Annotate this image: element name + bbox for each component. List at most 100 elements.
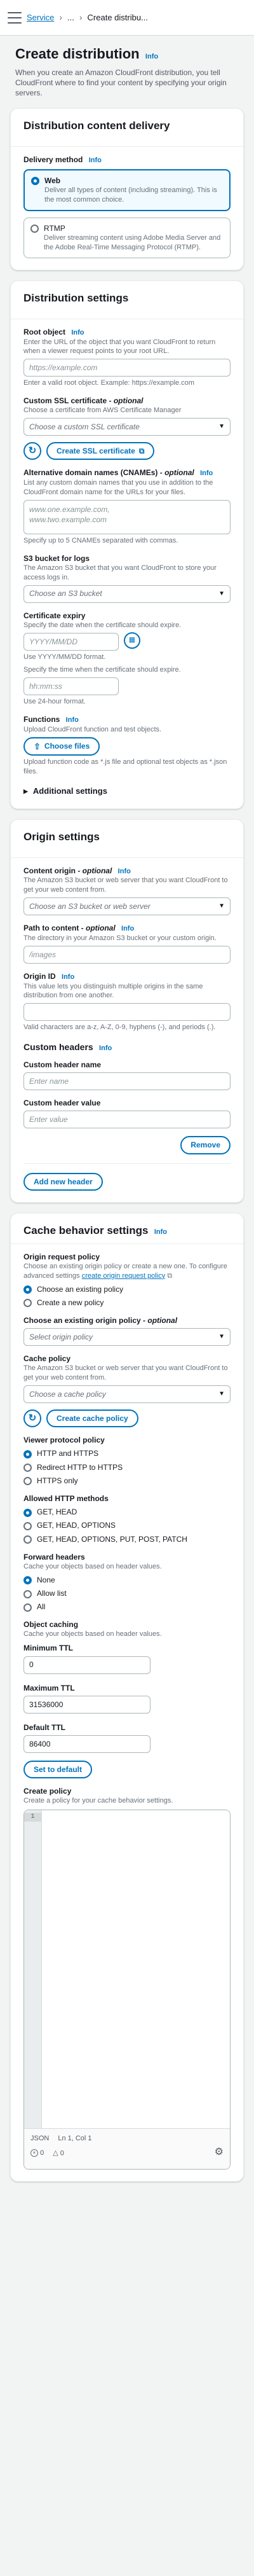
radio-icon[interactable] bbox=[23, 1535, 32, 1544]
forward-option[interactable]: Allow list bbox=[23, 1588, 231, 1598]
radio-icon[interactable] bbox=[23, 1521, 32, 1530]
editor-language: JSON bbox=[30, 2135, 50, 2143]
viewer-option[interactable]: Redirect HTTP to HTTPS bbox=[23, 1462, 231, 1472]
radio-icon[interactable] bbox=[23, 1299, 32, 1308]
delivery-option-rtmp[interactable]: RTMP Deliver streaming content using Ado… bbox=[23, 217, 231, 258]
s3-logs-desc: The Amazon S3 bucket that you want Cloud… bbox=[23, 564, 217, 581]
cname-label: Alternative domain names (CNAMEs) bbox=[23, 468, 158, 478]
additional-settings-expander[interactable]: ▶ Additional settings bbox=[23, 786, 231, 797]
calendar-icon[interactable]: ▦ bbox=[124, 632, 140, 649]
code-editor[interactable]: 1 JSON Ln 1, Col 1 × 0 △ 0 ⚙ bbox=[23, 1810, 231, 2170]
policy-choice-new[interactable]: Create a new policy bbox=[23, 1298, 231, 1308]
radio-icon[interactable] bbox=[23, 1589, 32, 1598]
radio-label: None bbox=[37, 1575, 55, 1584]
root-info-link[interactable]: Info bbox=[71, 329, 84, 336]
editor-content[interactable] bbox=[42, 1810, 230, 2128]
menu-icon[interactable] bbox=[8, 11, 22, 24]
radio-selected-icon[interactable] bbox=[23, 1508, 32, 1517]
path-desc: The directory in your Amazon S3 bucket o… bbox=[23, 934, 217, 942]
page-title: Create distribution bbox=[15, 46, 140, 62]
root-object-hint: Enter a valid root object. Example: http… bbox=[23, 379, 195, 387]
policy-choice-existing[interactable]: Choose an existing policy bbox=[23, 1284, 231, 1294]
custom-headers-info-link[interactable]: Info bbox=[99, 1044, 112, 1052]
radio-label: GET, HEAD, OPTIONS, PUT, POST, PATCH bbox=[37, 1534, 187, 1544]
chevron-right-icon: › bbox=[79, 12, 83, 23]
create-policy-label: Create policy bbox=[23, 1787, 72, 1796]
time-hint: Use 24-hour format. bbox=[23, 698, 86, 706]
refresh-icon[interactable]: ↻ bbox=[23, 442, 41, 460]
origin-settings-card: Origin settings Content origin - optiona… bbox=[10, 819, 244, 1203]
line-number: 1 bbox=[24, 1813, 41, 1822]
root-object-label: Root object bbox=[23, 327, 65, 336]
radio-label: Redirect HTTP to HTTPS bbox=[37, 1462, 123, 1472]
ssl-select[interactable]: Choose a custom SSL certificate ▼ bbox=[23, 418, 231, 436]
create-policy-desc: Create a policy for your cache behavior … bbox=[23, 1797, 173, 1805]
content-origin-select[interactable]: Choose an S3 bucket or web server ▼ bbox=[23, 897, 231, 916]
radio-icon[interactable] bbox=[23, 1603, 32, 1612]
s3-logs-select[interactable]: Choose an S3 bucket ▼ bbox=[23, 585, 231, 603]
origin-id-input[interactable] bbox=[23, 1003, 231, 1021]
radio-selected-icon[interactable] bbox=[31, 177, 39, 186]
choose-files-button[interactable]: ⇧ Choose files bbox=[23, 737, 100, 756]
forward-headers-desc: Cache your objects based on header value… bbox=[23, 1562, 162, 1570]
radio-selected-icon[interactable] bbox=[23, 1285, 32, 1294]
method-option[interactable]: GET, HEAD, OPTIONS bbox=[23, 1520, 231, 1530]
create-cache-policy-button[interactable]: Create cache policy bbox=[46, 1409, 138, 1428]
header-value-input[interactable] bbox=[23, 1111, 231, 1129]
method-option[interactable]: GET, HEAD bbox=[23, 1507, 231, 1517]
max-ttl-input[interactable]: 31536000 bbox=[23, 1695, 150, 1714]
radio-icon[interactable] bbox=[23, 1464, 32, 1472]
radio-icon[interactable] bbox=[30, 224, 39, 233]
add-header-button[interactable]: Add new header bbox=[23, 1172, 103, 1191]
radio-selected-icon[interactable] bbox=[23, 1576, 32, 1585]
remove-header-button[interactable]: Remove bbox=[180, 1136, 231, 1154]
path-input[interactable] bbox=[23, 945, 231, 964]
radio-label: HTTP and HTTPS bbox=[37, 1449, 99, 1458]
method-option[interactable]: GET, HEAD, OPTIONS, PUT, POST, PATCH bbox=[23, 1534, 231, 1544]
min-ttl-input[interactable]: 0 bbox=[23, 1656, 150, 1674]
refresh-icon[interactable]: ↻ bbox=[23, 1409, 41, 1428]
viewer-option[interactable]: HTTPS only bbox=[23, 1476, 231, 1486]
origin-policy-label: Origin request policy bbox=[23, 1252, 100, 1261]
delivery-option-web[interactable]: Web Deliver all types of content (includ… bbox=[23, 169, 231, 211]
content-origin-info-link[interactable]: Info bbox=[118, 868, 131, 875]
set-default-button[interactable]: Set to default bbox=[23, 1760, 93, 1779]
page-info-link[interactable]: Info bbox=[145, 53, 158, 60]
create-ssl-button[interactable]: Create SSL certificate ⧉ bbox=[46, 442, 155, 460]
choose-files-label: Choose files bbox=[44, 742, 90, 751]
origin-policy-value: Select origin policy bbox=[29, 1333, 93, 1342]
caret-right-icon: ▶ bbox=[23, 787, 28, 794]
forward-option[interactable]: All bbox=[23, 1602, 231, 1612]
warnings-counter[interactable]: △ 0 bbox=[53, 2149, 64, 2158]
cname-info-link[interactable]: Info bbox=[200, 469, 213, 477]
expiry-time-input[interactable] bbox=[23, 677, 119, 696]
radio-icon[interactable] bbox=[23, 1477, 32, 1486]
breadcrumb-ellipsis[interactable]: ... bbox=[67, 12, 74, 24]
header-name-input[interactable] bbox=[23, 1072, 231, 1091]
s3-logs-value: Choose an S3 bucket bbox=[29, 589, 102, 599]
gear-icon[interactable]: ⚙ bbox=[215, 2145, 224, 2159]
forward-headers-label: Forward headers bbox=[23, 1552, 85, 1562]
path-info-link[interactable]: Info bbox=[121, 925, 134, 932]
forward-option[interactable]: None bbox=[23, 1575, 231, 1585]
functions-info-link[interactable]: Info bbox=[66, 716, 79, 724]
root-object-input[interactable] bbox=[23, 359, 231, 377]
radio-selected-icon[interactable] bbox=[23, 1450, 32, 1458]
default-ttl-input[interactable]: 86400 bbox=[23, 1735, 150, 1753]
origin-id-label: Origin ID bbox=[23, 971, 56, 981]
origin-policy-select[interactable]: Select origin policy ▼ bbox=[23, 1328, 231, 1347]
cname-textarea[interactable]: www.one.example.com, www.two.example.com bbox=[23, 499, 231, 534]
viewer-option[interactable]: HTTP and HTTPS bbox=[23, 1448, 231, 1458]
cache-policy-select[interactable]: Choose a cache policy ▼ bbox=[23, 1385, 231, 1404]
breadcrumb-service-link[interactable]: Service bbox=[27, 12, 54, 24]
max-ttl-label: Maximum TTL bbox=[23, 1683, 75, 1693]
cache-info-link[interactable]: Info bbox=[154, 1228, 167, 1236]
create-origin-policy-link[interactable]: create origin request policy bbox=[82, 1272, 165, 1280]
radio-label: Allow list bbox=[37, 1588, 67, 1598]
ssl-optional: - optional bbox=[109, 396, 144, 406]
delivery-info-link[interactable]: Info bbox=[89, 156, 102, 164]
ssl-label: Custom SSL certificate bbox=[23, 396, 107, 406]
origin-id-info-link[interactable]: Info bbox=[62, 973, 74, 981]
errors-counter[interactable]: × 0 bbox=[30, 2149, 44, 2158]
expiry-date-input[interactable] bbox=[23, 632, 119, 651]
